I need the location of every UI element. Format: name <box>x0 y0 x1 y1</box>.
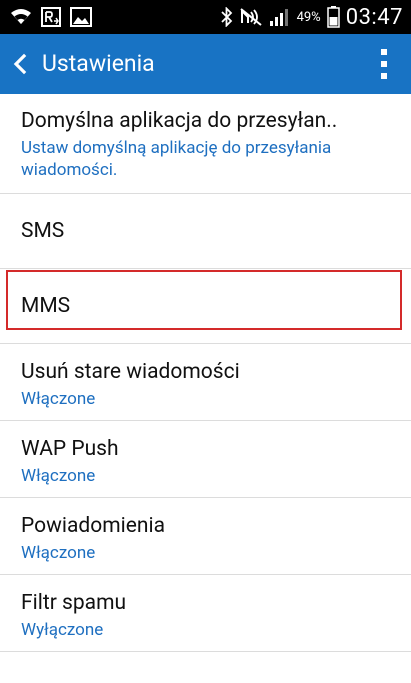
battery-percent: 49% <box>296 9 321 25</box>
spam-filter-title: Filtr spamu <box>21 591 127 615</box>
status-left-icons <box>10 4 92 30</box>
spam-filter-item[interactable]: Filtr spamu Wyłączone <box>0 575 411 652</box>
notifications-item[interactable]: Powiadomienia Włączone <box>0 498 411 575</box>
status-time: 03:47 <box>345 4 403 30</box>
battery-icon <box>326 6 340 28</box>
spam-filter-status: Wyłączone <box>21 620 104 640</box>
wifi-icon <box>11 9 31 24</box>
mms-settings-item[interactable]: MMS <box>0 269 411 344</box>
status-bar: 49% 03:47 <box>0 0 411 34</box>
wap-push-title: WAP Push <box>21 437 119 461</box>
notifications-title: Powiadomienia <box>21 514 166 538</box>
app-bar: Ustawienia <box>0 34 411 94</box>
status-right-icons: 49% 03:47 <box>220 2 403 32</box>
sms-settings-item[interactable]: SMS <box>0 194 411 269</box>
back-chevron-icon[interactable] <box>10 50 30 78</box>
delete-old-messages-title: Usuń stare wiadomości <box>21 360 240 384</box>
mms-settings-title: MMS <box>21 294 71 318</box>
sms-settings-title: SMS <box>21 219 65 243</box>
mute-icon <box>239 8 262 26</box>
notifications-status: Włączone <box>21 543 96 563</box>
wap-push-status: Włączone <box>21 466 96 486</box>
overflow-menu-icon[interactable] <box>379 46 389 82</box>
bluetooth-icon <box>220 7 232 27</box>
wap-push-item[interactable]: WAP Push Włączone <box>0 421 411 498</box>
delete-old-messages-status: Włączone <box>21 389 96 409</box>
settings-list: Domyślna aplikacja do przesyłan.. Ustaw … <box>0 94 411 652</box>
delete-old-messages-item[interactable]: Usuń stare wiadomości Włączone <box>0 344 411 421</box>
default-messaging-app-item[interactable]: Domyślna aplikacja do przesyłan.. Ustaw … <box>0 94 411 194</box>
default-messaging-app-subtitle: Ustaw domyślną aplikację do przesyłania … <box>21 138 332 180</box>
default-messaging-app-title: Domyślna aplikacja do przesyłan.. <box>21 109 338 133</box>
app-bar-title[interactable]: Ustawienia <box>42 49 155 79</box>
signal-icon <box>269 9 288 26</box>
roaming-icon <box>41 7 61 27</box>
image-notification-icon <box>70 7 92 27</box>
